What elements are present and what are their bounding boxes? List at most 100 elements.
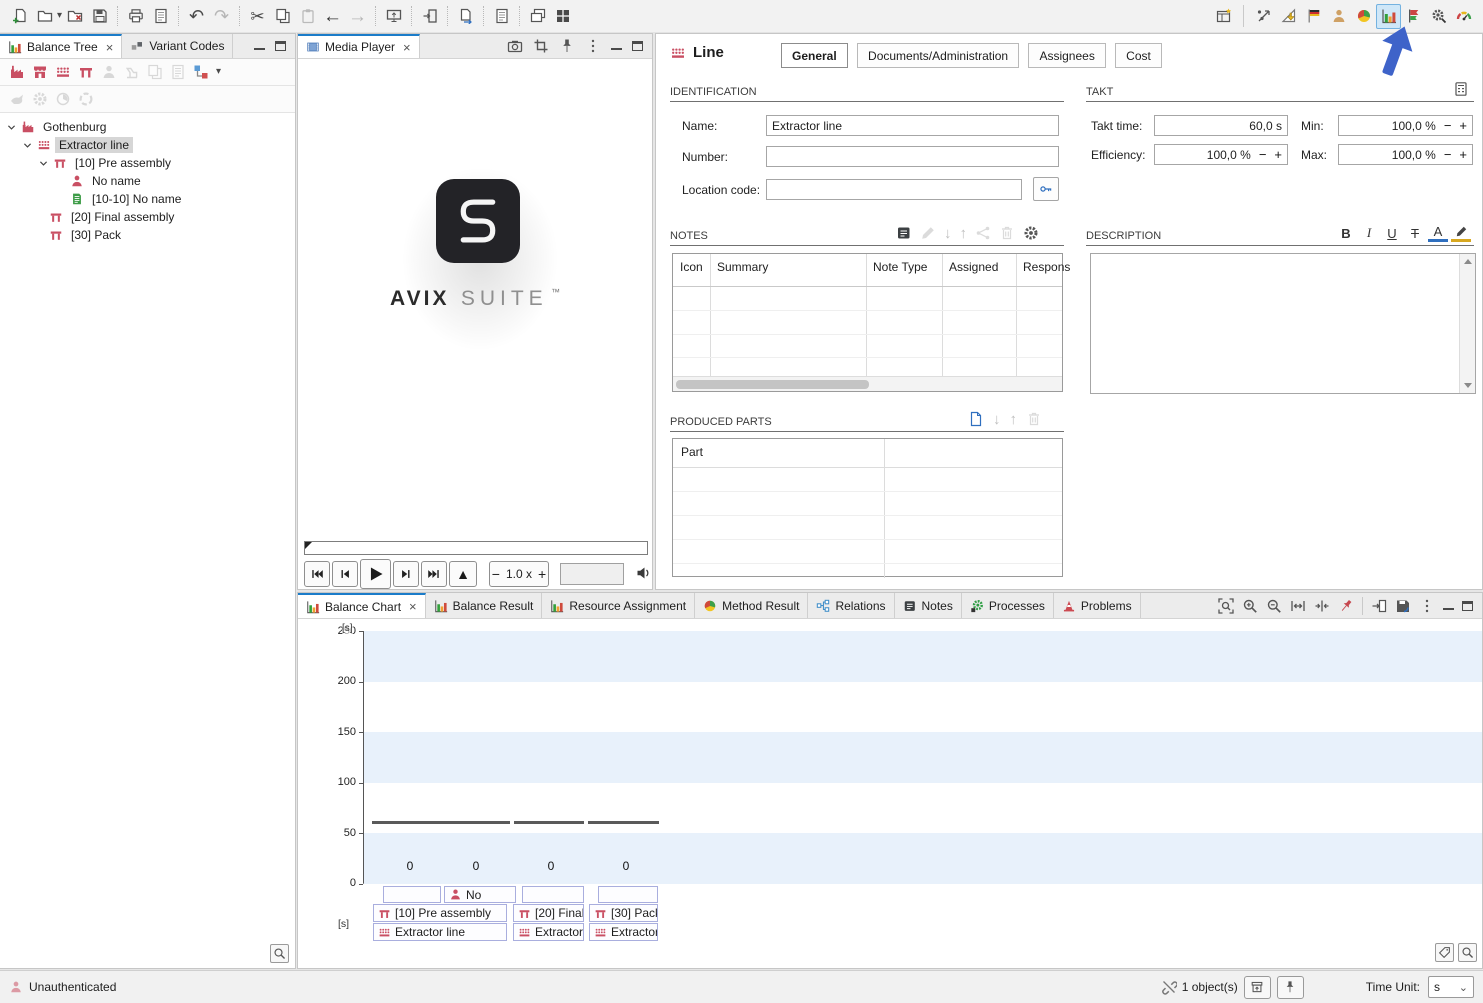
open-icon[interactable]	[32, 4, 57, 29]
import-icon[interactable]	[417, 4, 442, 29]
tab-assignees[interactable]: Assignees	[1028, 43, 1105, 68]
stepper-plus-icon[interactable]: +	[1459, 119, 1467, 132]
description-vscrollbar[interactable]	[1459, 254, 1475, 393]
location-code-field[interactable]	[766, 179, 1022, 200]
seek-position-marker[interactable]	[305, 542, 312, 549]
copy-icon[interactable]	[270, 4, 295, 29]
tab-balance-result[interactable]: Balance Result	[426, 593, 543, 618]
time-unit-select[interactable]: s ⌄	[1428, 976, 1474, 998]
hierarchy-icon[interactable]	[193, 64, 209, 80]
stepper-minus-icon[interactable]: −	[1444, 119, 1452, 132]
hierarchy-dropdown-caret-icon[interactable]: ▾	[216, 67, 221, 77]
tab-balance-tree[interactable]: Balance Tree ×	[0, 34, 122, 58]
tab-processes[interactable]: Processes	[962, 593, 1054, 618]
play-button[interactable]	[360, 559, 391, 589]
step-back-button[interactable]	[332, 561, 358, 587]
zoom-in-icon[interactable]	[1242, 598, 1258, 614]
expander-chevron-icon[interactable]	[22, 140, 33, 151]
snapshot-camera-icon[interactable]	[507, 38, 523, 54]
underline-icon[interactable]: U	[1382, 224, 1402, 242]
speaker-icon[interactable]	[636, 565, 652, 581]
takt-calculator-icon[interactable]	[1453, 81, 1469, 97]
crop-icon[interactable]	[533, 38, 549, 54]
delete-part-icon[interactable]	[1026, 411, 1042, 427]
notes-hscrollbar[interactable]	[673, 376, 1062, 391]
skip-end-button[interactable]	[421, 561, 447, 587]
column-header[interactable]: Icon	[680, 260, 703, 274]
tab-problems[interactable]: Problems	[1054, 593, 1141, 618]
maximize-icon[interactable]	[1462, 601, 1473, 611]
report-icon[interactable]	[489, 4, 514, 29]
expander-chevron-icon[interactable]	[38, 158, 49, 169]
fit-width-icon[interactable]	[1290, 598, 1306, 614]
add-robot-icon[interactable]	[124, 64, 140, 80]
fit-center-icon[interactable]	[1314, 598, 1330, 614]
playback-speed-control[interactable]: − 1.0 x +	[489, 561, 549, 587]
column-header[interactable]: Note Type	[873, 260, 927, 274]
tree-zoom-button[interactable]	[270, 944, 289, 963]
tree-item-10-10-no-name[interactable]: [10-10] No name	[0, 190, 295, 208]
share-scatter-icon[interactable]	[1251, 4, 1276, 29]
pin-button[interactable]	[1277, 976, 1304, 999]
strikethrough-icon[interactable]: T	[1405, 224, 1425, 242]
close-icon[interactable]: ×	[403, 40, 411, 55]
window-layout-icon[interactable]	[1211, 4, 1236, 29]
tab-variant-codes[interactable]: Variant Codes	[122, 34, 233, 58]
expander-chevron-icon[interactable]	[6, 122, 17, 133]
undo-icon[interactable]: ↶	[184, 4, 209, 29]
tree-item-10-pre-assembly[interactable]: [10] Pre assembly	[0, 154, 295, 172]
time-display-field[interactable]	[560, 563, 624, 585]
scrollbar-thumb[interactable]	[676, 380, 869, 389]
tree-item-gothenburg[interactable]: Gothenburg	[0, 118, 295, 136]
delete-note-icon[interactable]	[999, 225, 1015, 241]
add-line-icon[interactable]	[55, 64, 71, 80]
measure-ruler-icon[interactable]	[1276, 4, 1301, 29]
analysis-gear-icon[interactable]	[1426, 4, 1451, 29]
menu-dots-icon[interactable]	[1419, 598, 1435, 614]
location-code-picker-button[interactable]	[1033, 177, 1059, 201]
refresh-shutter-icon[interactable]	[78, 91, 94, 107]
back-icon[interactable]: ←	[320, 4, 345, 29]
tab-notes[interactable]: Notes	[895, 593, 962, 618]
chart-group-station-box[interactable]: [10] Pre assembly	[373, 904, 507, 922]
move-down-icon[interactable]: ↓	[944, 226, 952, 241]
ergonomics-person-icon[interactable]	[1326, 4, 1351, 29]
cut-icon[interactable]: ✂	[245, 4, 270, 29]
tree-item-extractor-line[interactable]: Extractor line	[0, 136, 295, 154]
grab-hand-icon[interactable]	[9, 91, 25, 107]
language-flag-icon[interactable]	[1301, 4, 1326, 29]
new-document-icon[interactable]	[7, 4, 32, 29]
close-icon[interactable]: ×	[106, 40, 114, 55]
stepper-plus-icon[interactable]: +	[1459, 148, 1467, 161]
export-image-icon[interactable]	[1395, 598, 1411, 614]
name-field[interactable]: Extractor line	[766, 115, 1059, 136]
tab-balance-chart[interactable]: Balance Chart ×	[298, 593, 426, 618]
add-shop-icon[interactable]	[32, 64, 48, 80]
tab-general[interactable]: General	[781, 43, 848, 68]
min-field[interactable]: 100,0 % − +	[1338, 115, 1473, 136]
tree-item-30-pack[interactable]: [30] Pack	[0, 226, 295, 244]
skip-start-button[interactable]	[304, 561, 330, 587]
chart-group-line-box[interactable]: Extractor	[589, 923, 658, 941]
maximize-icon[interactable]	[632, 41, 643, 51]
scroll-up-arrow-icon[interactable]	[1460, 254, 1475, 269]
cascade-windows-icon[interactable]	[525, 4, 550, 29]
gear-icon[interactable]	[32, 91, 48, 107]
edit-note-icon[interactable]	[920, 225, 936, 241]
maximize-icon[interactable]	[275, 41, 286, 51]
add-operator-icon[interactable]	[101, 64, 117, 80]
move-up-icon[interactable]: ↑	[1010, 412, 1018, 427]
speed-minus-icon[interactable]: −	[492, 566, 500, 582]
chart-group-station-box[interactable]: [30] Pack	[589, 904, 658, 922]
paste-icon[interactable]	[295, 4, 320, 29]
chart-column-box[interactable]: No	[444, 886, 516, 903]
notes-table[interactable]: Icon Summary Note Type Assigned Respons	[672, 253, 1063, 392]
export-document-icon[interactable]	[453, 4, 478, 29]
font-color-icon[interactable]: A	[1428, 225, 1448, 242]
move-up-icon[interactable]: ↑	[960, 226, 968, 241]
seek-bar[interactable]	[304, 541, 648, 555]
menu-dots-icon[interactable]	[585, 38, 601, 54]
add-part-icon[interactable]	[968, 411, 984, 427]
stepper-plus-icon[interactable]: +	[1274, 148, 1282, 161]
max-field[interactable]: 100,0 % − +	[1338, 144, 1473, 165]
